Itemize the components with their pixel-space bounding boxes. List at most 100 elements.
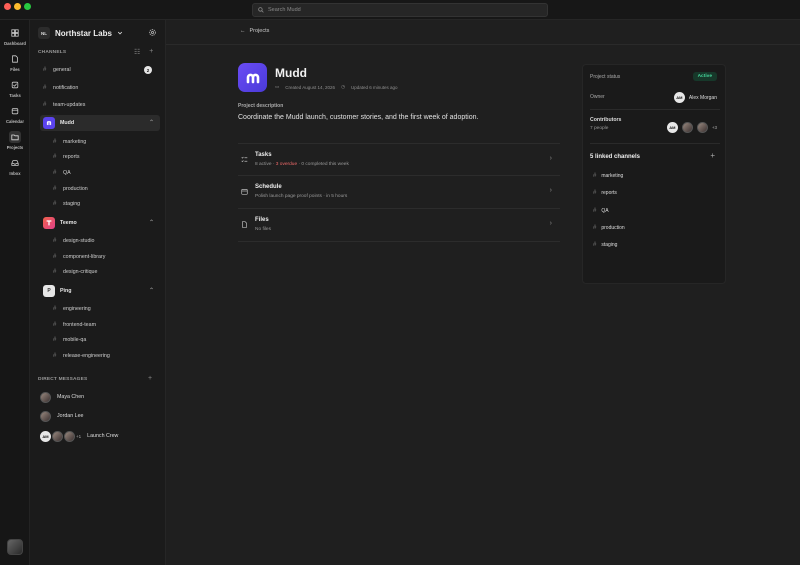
channel-label: notification <box>53 85 79 91</box>
project-channel-item[interactable]: # design-studio <box>50 234 158 248</box>
owner-name: Alex Morgan <box>688 94 717 101</box>
minimize-window-button[interactable] <box>14 3 21 10</box>
linked-channel-item[interactable]: # marketing <box>593 173 623 179</box>
add-linked-channel-icon[interactable]: + <box>710 151 715 160</box>
contributors-avatars[interactable]: AM +3 <box>666 122 717 133</box>
tasks-row[interactable]: Tasks 8 active · 3 overdue · 0 completed… <box>238 143 560 176</box>
dm-label: Launch Crew <box>87 433 119 439</box>
project-channel-item[interactable]: # production <box>50 182 158 196</box>
project-description[interactable]: Coordinate the Mudd launch, customer sto… <box>238 114 478 121</box>
project-label: Mudd <box>60 120 75 126</box>
hash-icon: # <box>593 225 597 231</box>
avatar: AM <box>666 122 678 133</box>
project-channel-item[interactable]: # mobile-qa <box>50 333 158 347</box>
channel-label: staging <box>601 242 618 248</box>
channel-item[interactable]: # team-updates <box>40 98 158 112</box>
channel-label: production <box>601 225 625 231</box>
row-subtitle: 8 active · 3 overdue · 0 completed this … <box>255 162 349 167</box>
project-mudd[interactable]: Mudd ⌃ <box>40 115 160 131</box>
project-channel-item[interactable]: # release-engineering <box>50 349 158 363</box>
project-label: Ping <box>60 288 72 294</box>
hash-icon: # <box>43 67 47 73</box>
channel-label: marketing <box>601 173 624 179</box>
filter-icon[interactable]: ☷ <box>134 48 140 56</box>
title-bar <box>0 0 800 20</box>
chevron-up-icon[interactable]: ⌃ <box>149 219 154 226</box>
channel-label: QA <box>601 208 609 214</box>
hash-icon: # <box>53 154 57 160</box>
hash-icon: # <box>53 353 57 359</box>
linked-channel-item[interactable]: # staging <box>593 242 617 248</box>
search-input[interactable] <box>268 7 538 13</box>
rail-calendar[interactable]: Calendar <box>0 105 30 124</box>
file-icon <box>9 53 21 65</box>
checklist-icon <box>241 156 248 163</box>
project-label: Teemo <box>60 220 77 226</box>
channel-item[interactable]: # notification <box>40 81 158 95</box>
rail-label: Tasks <box>9 93 21 98</box>
linked-channel-item[interactable]: # production <box>593 225 625 231</box>
calendar-icon <box>9 105 21 117</box>
project-meta: ▭ Created August 14, 2026 ◷ Updated 6 mi… <box>275 84 398 90</box>
close-window-button[interactable] <box>4 3 11 10</box>
rail-inbox[interactable]: Inbox <box>0 157 30 176</box>
files-row[interactable]: Files No files › <box>238 209 560 242</box>
owner-value[interactable]: AM Alex Morgan <box>673 92 717 103</box>
gear-icon[interactable] <box>148 28 157 37</box>
rail-files[interactable]: Files <box>0 53 30 72</box>
project-channel-item[interactable]: # component-library <box>50 250 158 264</box>
workspace-switcher[interactable]: NL Northstar Labs <box>38 27 123 39</box>
hash-icon: # <box>53 306 57 312</box>
rail-projects[interactable]: Projects <box>0 131 30 150</box>
project-teemo[interactable]: Teemo ⌃ <box>40 215 160 231</box>
search-bar[interactable] <box>252 3 548 17</box>
tasks-icon <box>9 79 21 91</box>
row-subtitle: No files <box>255 227 271 232</box>
chevron-right-icon: › <box>549 187 552 194</box>
hash-icon: # <box>53 170 57 176</box>
row-title: Files <box>255 217 269 223</box>
project-channel-item[interactable]: # staging <box>50 197 158 211</box>
project-channel-item[interactable]: # reports <box>50 150 158 164</box>
rail-dashboard[interactable]: Dashboard <box>0 27 30 46</box>
project-channel-item[interactable]: # design-critique <box>50 265 158 279</box>
member-count: +1 <box>76 433 82 439</box>
channel-label: component-library <box>63 254 106 260</box>
hash-icon: # <box>53 322 57 328</box>
chevron-up-icon[interactable]: ⌃ <box>149 287 154 294</box>
zoom-window-button[interactable] <box>24 3 31 10</box>
add-channel-icon[interactable]: + <box>149 48 153 56</box>
breadcrumb[interactable]: ← Projects <box>240 28 269 34</box>
hash-icon: # <box>53 254 57 260</box>
add-dm-icon[interactable]: + <box>148 375 152 382</box>
user-avatar[interactable] <box>7 539 23 555</box>
avatar <box>52 430 63 442</box>
rail-label: Calendar <box>6 119 24 124</box>
teemo-logo-icon <box>43 217 55 229</box>
row-subtitle: Polish launch page proof points · in 5 h… <box>255 194 348 199</box>
channel-item[interactable]: # general 2 <box>40 63 158 77</box>
description-label: Project description <box>238 103 284 109</box>
project-ping[interactable]: P Ping ⌃ <box>40 283 160 299</box>
schedule-row[interactable]: Schedule Polish launch page proof points… <box>238 176 560 209</box>
project-channel-item[interactable]: # frontend-team <box>50 318 158 332</box>
project-channel-item[interactable]: # marketing <box>50 135 158 149</box>
project-channel-item[interactable]: # QA <box>50 166 158 180</box>
hash-icon: # <box>53 238 57 244</box>
chevron-up-icon[interactable]: ⌃ <box>149 119 154 126</box>
channel-label: reports <box>601 190 617 196</box>
linked-channel-item[interactable]: # QA <box>593 208 609 214</box>
rail-tasks[interactable]: Tasks <box>0 79 30 98</box>
dm-item[interactable]: AM +1 Launch Crew <box>40 428 118 444</box>
linked-channel-item[interactable]: # reports <box>593 190 617 196</box>
dm-label: Maya Chen <box>57 394 85 400</box>
hash-icon: # <box>593 242 597 248</box>
dm-item[interactable]: Maya Chen <box>40 389 84 405</box>
status-value[interactable]: Active <box>692 72 717 81</box>
avatar <box>696 122 708 133</box>
member-count: +3 <box>711 125 717 130</box>
project-channel-item[interactable]: # engineering <box>50 302 158 316</box>
main-content: ← Projects Mudd ▭ Created August 14, 202… <box>166 20 800 565</box>
channel-label: reports <box>63 154 80 160</box>
dm-item[interactable]: Jordan Lee <box>40 408 84 424</box>
